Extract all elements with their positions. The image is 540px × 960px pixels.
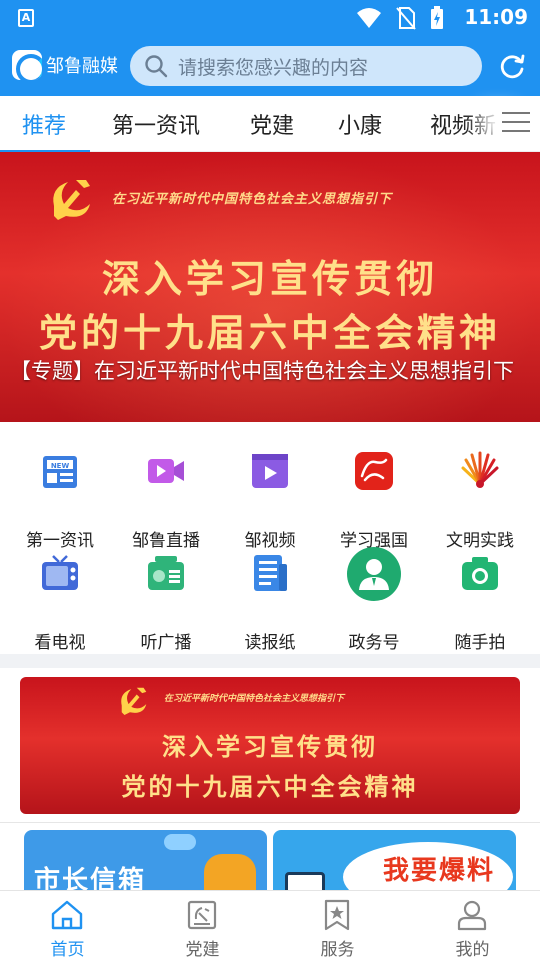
bottom-navigation: 首页 党建 服务 我的	[0, 890, 540, 960]
service-icon	[324, 899, 350, 931]
status-bar: A 11:09	[0, 0, 540, 36]
search-placeholder: 请搜索您感兴趣的内容	[178, 56, 369, 79]
app-logo[interactable]: 邹鲁融媒	[12, 50, 118, 80]
app-name: 邹鲁融媒	[46, 56, 118, 77]
report-tip-card[interactable]: 我要爆料	[273, 830, 516, 892]
grid-label: 读报纸	[244, 633, 296, 653]
grid-item-tv[interactable]: 看电视	[6, 544, 114, 653]
nav-label: 首页	[50, 940, 85, 960]
search-input[interactable]: 请搜索您感兴趣的内容	[130, 46, 482, 86]
party-emblem-icon	[53, 180, 90, 220]
grid-label: 看电视	[34, 633, 86, 653]
search-icon	[145, 55, 168, 78]
promo-banner[interactable]: 在习近平新时代中国特色社会主义思想指引下 深入学习宣传贯彻 党的十九届六中全会精…	[20, 677, 520, 814]
civilization-fan-icon	[461, 451, 499, 488]
nav-home[interactable]: 首页	[0, 891, 135, 960]
grid-item-civilization[interactable]: 文明实践	[426, 442, 534, 551]
refresh-icon[interactable]	[498, 52, 526, 80]
report-tip-title: 我要爆料	[383, 856, 496, 886]
nav-profile[interactable]: 我的	[405, 891, 540, 960]
home-icon	[51, 900, 83, 930]
mayor-mailbox-title: 市长信箱	[34, 866, 147, 892]
grid-item-first-news[interactable]: NEW 第一资讯	[6, 442, 114, 551]
app-header: 邹鲁融媒 请搜索您感兴趣的内容	[0, 36, 540, 96]
tv-icon	[42, 555, 78, 590]
top-bar: A 11:09 邹鲁融媒 请搜索您感兴趣的内容	[0, 0, 540, 96]
grid-label: 听广播	[140, 633, 192, 653]
nav-label: 我的	[455, 940, 490, 960]
grid-item-xuexi[interactable]: 学习强国	[320, 442, 428, 551]
camera-icon	[462, 557, 498, 590]
grid-item-video[interactable]: 邹视频	[216, 442, 324, 551]
tab-video-news[interactable]: 视频新	[430, 108, 496, 140]
grid-label: 随手拍	[454, 633, 506, 653]
nav-service[interactable]: 服务	[270, 891, 405, 960]
grid-label: 政务号	[348, 633, 400, 653]
battery-charging-icon	[431, 6, 443, 29]
banner-kicker: 在习近平新时代中国特色社会主义思想指引下	[112, 192, 393, 207]
newspaper-icon	[254, 555, 287, 591]
promo-headline-2: 党的十九届六中全会精神	[121, 773, 419, 801]
tab-xiaokang[interactable]: 小康	[338, 108, 382, 140]
official-account-icon	[347, 547, 401, 601]
party-building-icon	[187, 900, 217, 930]
tab-menu-icon[interactable]	[502, 112, 530, 134]
divider	[0, 822, 540, 823]
no-sim-icon	[396, 7, 416, 30]
mayor-mailbox-card[interactable]: 市长信箱	[24, 830, 267, 892]
cloud-icon	[164, 834, 196, 850]
banner-caption: 【专题】在习近平新时代中国特色社会主义思想指引下	[10, 359, 514, 383]
grid-item-snapshot[interactable]: 随手拍	[426, 544, 534, 653]
app-logo-icon	[12, 50, 42, 80]
app-indicator-icon: A	[18, 9, 34, 27]
nav-label: 服务	[320, 940, 355, 960]
radio-icon	[148, 556, 184, 590]
category-tabs: 推荐 第一资讯 党建 小康 视频新	[0, 96, 540, 152]
grid-item-newspaper[interactable]: 读报纸	[216, 544, 324, 653]
banner-headline-2: 党的十九届六中全会精神	[38, 311, 501, 355]
video-play-icon	[252, 454, 288, 488]
promo-headline-1: 深入学习宣传贯彻	[162, 733, 378, 761]
nav-party-building[interactable]: 党建	[135, 891, 270, 960]
xuexi-qiangguo-icon	[355, 452, 393, 490]
news-icon: NEW	[43, 456, 77, 488]
nav-label: 党建	[185, 940, 220, 960]
grid-item-live[interactable]: 邹鲁直播	[112, 442, 220, 551]
mailbox-icon	[204, 854, 256, 892]
banner-headline-1: 深入学习宣传贯彻	[101, 257, 438, 301]
section-separator	[0, 654, 540, 668]
grid-item-gov-account[interactable]: 政务号	[320, 544, 428, 653]
tab-party-building[interactable]: 党建	[250, 108, 294, 140]
svg-text:NEW: NEW	[51, 462, 70, 470]
profile-icon	[457, 900, 487, 931]
video-camera-icon	[148, 459, 184, 483]
feature-grid: NEW 第一资讯 邹鲁直播 邹视频 学习强国 文明实践 看电视 听广播 读报纸 …	[0, 422, 540, 654]
tab-first-news[interactable]: 第一资讯	[112, 108, 200, 140]
megaphone-icon	[285, 872, 325, 892]
tab-recommend[interactable]: 推荐	[22, 108, 66, 140]
hero-banner[interactable]: 在习近平新时代中国特色社会主义思想指引下 深入学习宣传贯彻 党的十九届六中全会精…	[0, 152, 540, 422]
status-time: 11:09	[464, 5, 528, 29]
wifi-icon	[357, 8, 381, 28]
promo-kicker: 在习近平新时代中国特色社会主义思想指引下	[164, 694, 345, 704]
party-emblem-icon	[121, 687, 147, 715]
grid-item-radio[interactable]: 听广播	[112, 544, 220, 653]
